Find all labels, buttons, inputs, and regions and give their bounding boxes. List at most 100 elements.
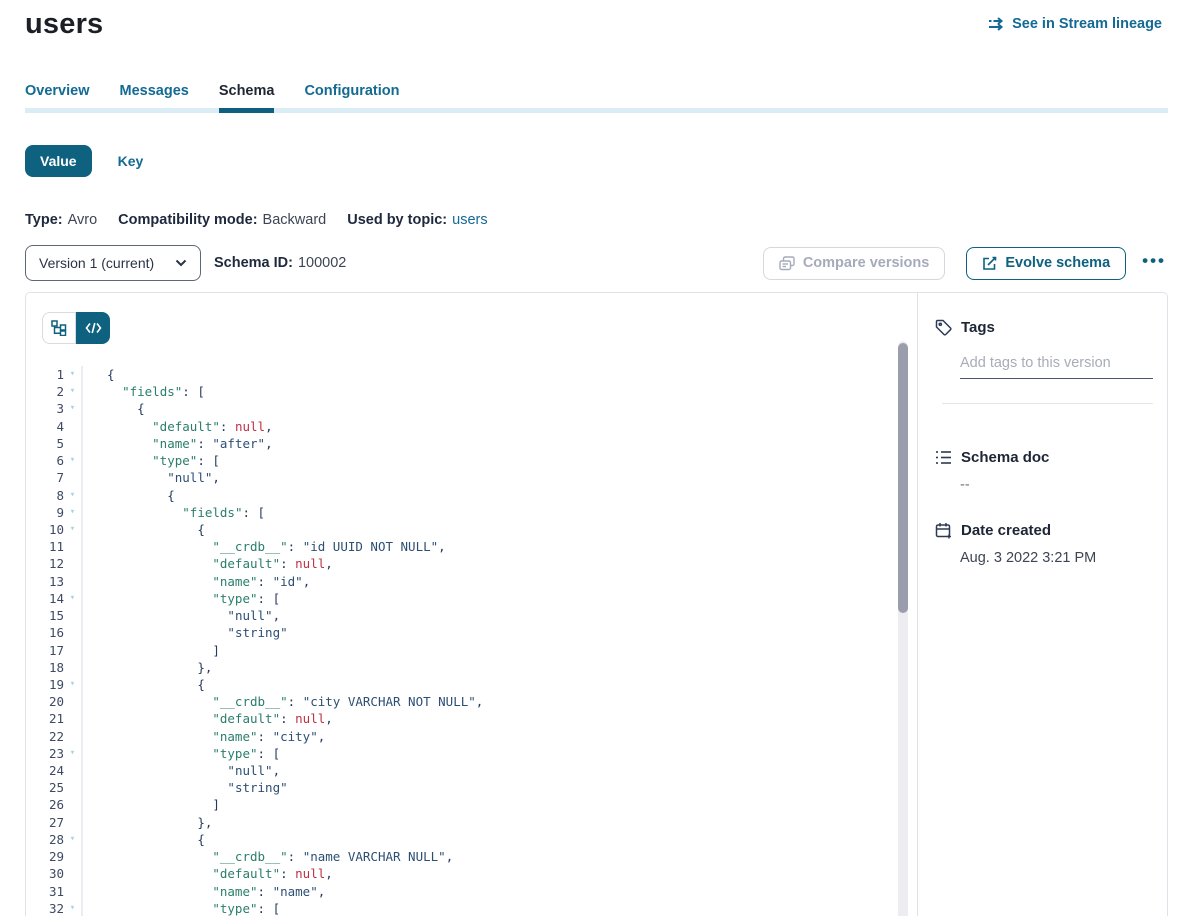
tree-view-button[interactable] [42, 312, 76, 344]
schema-doc-section: Schema doc -- [918, 449, 1167, 493]
tab-schema[interactable]: Schema [219, 83, 275, 99]
line-number: 3 [26, 400, 64, 417]
code-text: "name": "city", [81, 728, 325, 745]
line-number: 4 [26, 418, 64, 435]
stream-lineage-link[interactable]: See in Stream lineage [988, 16, 1162, 32]
used-by-topic-label: Used by topic: [347, 212, 447, 228]
code-text: { [81, 366, 115, 383]
used-by-topic-link[interactable]: users [452, 212, 487, 228]
value-toggle-button[interactable]: Value [25, 145, 92, 177]
code-text: "type": [ [81, 745, 280, 762]
fold-spacer [64, 728, 81, 745]
code-lines: 1▾{2▾ "fields": [3▾ {4 "default": null,5… [26, 366, 917, 916]
code-line: 24 "null", [26, 762, 917, 779]
code-text: "name": "id", [81, 573, 310, 590]
code-text: "name": "after", [81, 435, 273, 452]
tab-messages[interactable]: Messages [120, 83, 189, 99]
code-text: "default": null, [81, 710, 333, 727]
fold-toggle-icon[interactable]: ▾ [64, 452, 81, 469]
editor-view-toggle [42, 312, 110, 344]
date-created-section: Date created Aug. 3 2022 3:21 PM [918, 522, 1167, 566]
code-text: "fields": [ [81, 383, 205, 400]
line-number: 29 [26, 848, 64, 865]
tab-configuration[interactable]: Configuration [304, 83, 399, 99]
code-line: 21 "default": null, [26, 710, 917, 727]
line-number: 15 [26, 607, 64, 624]
tab-bar: Overview Messages Schema Configuration [25, 83, 1168, 113]
evolve-schema-icon [982, 256, 997, 271]
fold-toggle-icon[interactable]: ▾ [64, 831, 81, 848]
code-text: "__crdb__": "city VARCHAR NOT NULL", [81, 693, 483, 710]
line-number: 13 [26, 573, 64, 590]
code-line: 31 "name": "name", [26, 883, 917, 900]
fold-toggle-icon[interactable]: ▾ [64, 521, 81, 538]
tab-track [25, 108, 1168, 113]
editor-scrollbar-thumb[interactable] [898, 343, 908, 613]
code-line: 12 "default": null, [26, 555, 917, 572]
compatibility-label: Compatibility mode: [118, 212, 257, 228]
line-number: 18 [26, 659, 64, 676]
code-text: "type": [ [81, 452, 220, 469]
schema-doc-value: -- [960, 477, 1167, 493]
fold-toggle-icon[interactable]: ▾ [64, 487, 81, 504]
fold-spacer [64, 659, 81, 676]
code-line: 8▾ { [26, 487, 917, 504]
date-created-title: Date created [961, 522, 1051, 539]
code-text: "string" [81, 624, 288, 641]
version-select[interactable]: Version 1 (current) [25, 245, 201, 281]
fold-toggle-icon[interactable]: ▾ [64, 383, 81, 400]
compare-versions-button[interactable]: Compare versions [763, 247, 946, 280]
schema-code-pane: 1▾{2▾ "fields": [3▾ {4 "default": null,5… [26, 293, 918, 916]
fold-spacer [64, 469, 81, 486]
line-number: 12 [26, 555, 64, 572]
more-options-button[interactable]: ••• [1140, 248, 1168, 279]
page-header: users See in Stream lineage [0, 0, 1189, 41]
sidebar-divider [942, 403, 1153, 404]
fold-toggle-icon[interactable]: ▾ [64, 900, 81, 916]
fold-spacer [64, 624, 81, 641]
evolve-schema-button[interactable]: Evolve schema [966, 247, 1126, 280]
code-view-button[interactable] [76, 312, 110, 344]
code-line: 19▾ { [26, 676, 917, 693]
fold-toggle-icon[interactable]: ▾ [64, 676, 81, 693]
tree-view-icon [51, 320, 67, 336]
code-text: "__crdb__": "id UUID NOT NULL", [81, 538, 446, 555]
code-text: { [81, 521, 205, 538]
code-line: 14▾ "type": [ [26, 590, 917, 607]
fold-toggle-icon[interactable]: ▾ [64, 366, 81, 383]
evolve-schema-label: Evolve schema [1005, 255, 1110, 271]
editor-scrollbar-track[interactable] [898, 341, 908, 916]
line-number: 31 [26, 883, 64, 900]
fold-toggle-icon[interactable]: ▾ [64, 590, 81, 607]
line-number: 28 [26, 831, 64, 848]
fold-toggle-icon[interactable]: ▾ [64, 745, 81, 762]
code-line: 22 "name": "city", [26, 728, 917, 745]
fold-toggle-icon[interactable]: ▾ [64, 504, 81, 521]
fold-spacer [64, 779, 81, 796]
value-key-toggle: Value Key [25, 145, 1189, 177]
fold-spacer [64, 710, 81, 727]
code-line: 30 "default": null, [26, 865, 917, 882]
line-number: 9 [26, 504, 64, 521]
key-toggle-button[interactable]: Key [118, 153, 144, 169]
code-line: 17 ] [26, 642, 917, 659]
code-line: 5 "name": "after", [26, 435, 917, 452]
fold-spacer [64, 865, 81, 882]
add-tags-input[interactable] [960, 355, 1153, 379]
line-number: 6 [26, 452, 64, 469]
code-text: "default": null, [81, 418, 273, 435]
tags-section-header: Tags [918, 319, 1167, 336]
fold-spacer [64, 693, 81, 710]
code-text: "null", [81, 469, 220, 486]
fold-spacer [64, 848, 81, 865]
line-number: 1 [26, 366, 64, 383]
line-number: 16 [26, 624, 64, 641]
version-select-value: Version 1 (current) [39, 255, 154, 271]
code-line: 3▾ { [26, 400, 917, 417]
line-number: 11 [26, 538, 64, 555]
fold-toggle-icon[interactable]: ▾ [64, 400, 81, 417]
compatibility-value: Backward [263, 212, 327, 228]
code-line: 28▾ { [26, 831, 917, 848]
schema-id-field: Schema ID:100002 [214, 255, 346, 271]
tab-overview[interactable]: Overview [25, 83, 90, 99]
